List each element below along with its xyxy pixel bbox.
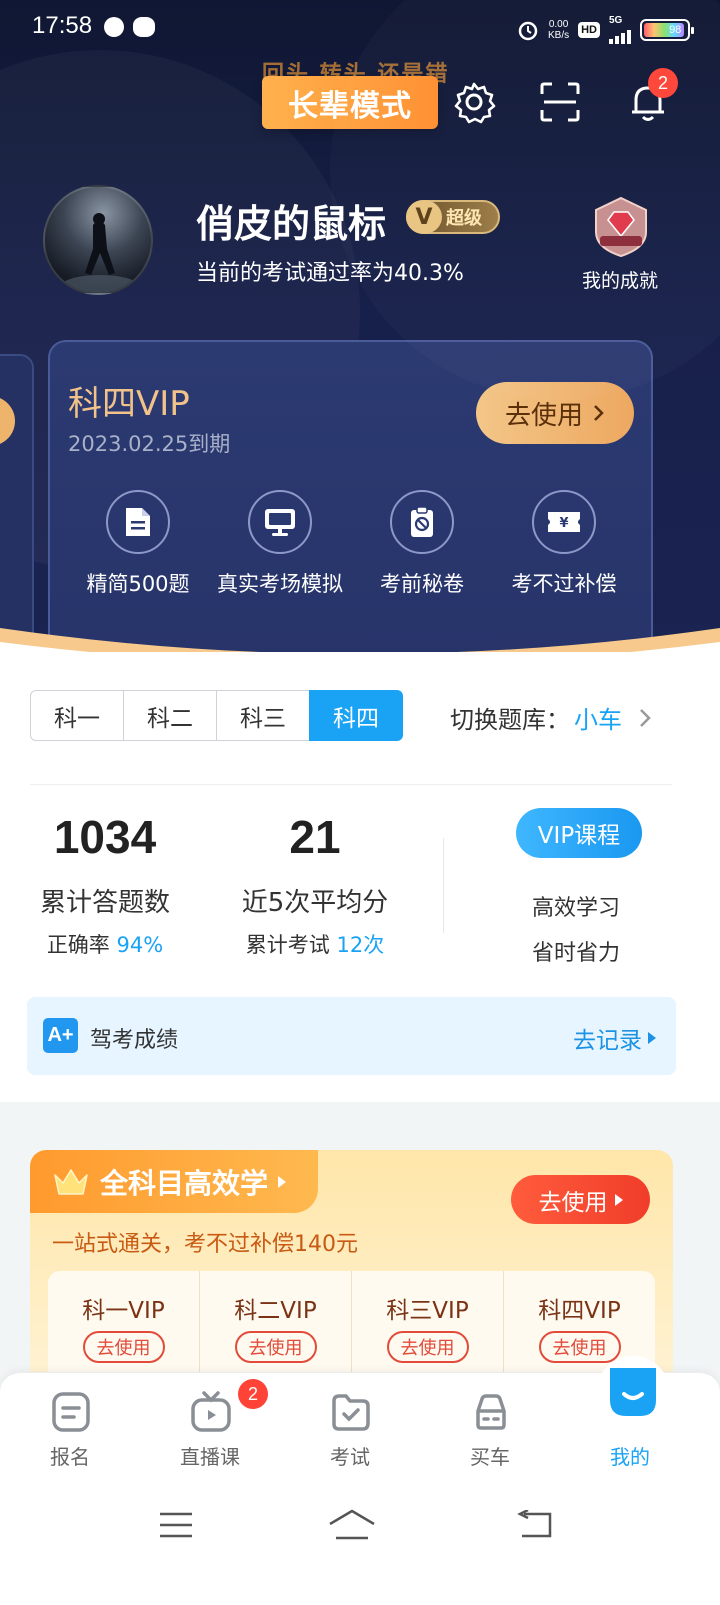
triangle-right-icon (278, 1175, 287, 1188)
feature-compensation[interactable]: ¥ 考不过补偿 (494, 490, 634, 598)
driving-score-bar[interactable]: A+ 驾考成绩 去记录 (27, 997, 676, 1075)
tab-subject-1[interactable]: 科一 (30, 690, 124, 741)
total-answered-label: 累计答题数 (39, 888, 170, 918)
alarm-icon (518, 21, 538, 41)
crown-icon (54, 1168, 88, 1195)
signup-form-icon (52, 1392, 90, 1432)
exam-folder-icon (332, 1394, 370, 1431)
wechat-icon (133, 17, 155, 37)
feature-streamlined-500[interactable]: 精简500题 (68, 490, 208, 598)
tv-icon (191, 1391, 231, 1432)
subject-tabs: 科一 科二 科三 科四 (30, 690, 403, 741)
prev-card[interactable] (0, 354, 34, 654)
back-icon[interactable] (516, 1510, 556, 1540)
bell-icon[interactable] (626, 80, 670, 124)
vip-course-button[interactable]: VIP课程 (516, 808, 642, 858)
stat-total-answered[interactable]: 1034 累计答题数 正确率 94% (30, 810, 180, 959)
use-chip[interactable]: 去使用 (386, 1331, 469, 1363)
menu-icon[interactable] (158, 1510, 194, 1540)
vip-v-icon: V (406, 200, 442, 234)
secret-paper-icon (390, 490, 454, 554)
vip-use-button[interactable]: 去使用 (476, 382, 634, 444)
monitor-icon (248, 490, 312, 554)
nav-exam[interactable]: 考试 (280, 1373, 420, 1485)
triangle-right-icon (648, 1032, 656, 1044)
achievement-label[interactable]: 我的成就 (582, 266, 658, 293)
home-icon[interactable] (328, 1508, 376, 1542)
net-speed: 0.00 KB/s (547, 19, 570, 41)
scan-icon[interactable] (538, 80, 582, 124)
switch-question-bank[interactable]: 切换题库： 小车 (450, 700, 652, 735)
all-subjects-promo: 全科目高效学 去使用 一站式通关，考不过补偿140元 科一VIP 去使用 科二VI… (30, 1150, 673, 1410)
stat-avg-score[interactable]: 21 近5次平均分 累计考试 12次 (230, 810, 400, 959)
avatar[interactable] (43, 185, 153, 295)
exam-count-text: 累计考试 12次 (245, 933, 385, 957)
vip-course-line1: 高效学习 (532, 896, 621, 921)
vip-level-badge[interactable]: V 超级 (406, 200, 500, 234)
avg-score-value: 21 (289, 811, 341, 863)
use-chip[interactable]: 去使用 (234, 1331, 317, 1363)
status-time: 17:58 (32, 12, 93, 39)
system-nav-bar (0, 1484, 720, 1605)
smile-face-icon (610, 1368, 656, 1416)
feature-real-exam-sim[interactable]: 真实考场模拟 (210, 490, 350, 598)
total-answered-value: 1034 (53, 811, 157, 863)
promo-use-button[interactable]: 去使用 (511, 1175, 650, 1224)
live-course-badge: 2 (238, 1379, 268, 1409)
ticket-icon: ¥ (532, 490, 596, 554)
battery-icon: 98 (640, 19, 694, 41)
profile-header: 17:58 0.00 KB/s HD 5G 98 回头 转头 还是错 长辈模式 2… (0, 0, 720, 690)
tab-subject-2[interactable]: 科二 (123, 690, 217, 741)
triangle-right-icon (614, 1193, 623, 1206)
tab-subject-3[interactable]: 科三 (216, 690, 310, 741)
question-bank-value: 小车 (574, 706, 622, 734)
gear-icon[interactable] (452, 80, 496, 124)
chevron-right-icon (640, 708, 651, 727)
pass-rate-text: 当前的考试通过率为40.3% (196, 261, 464, 286)
use-chip[interactable]: 去使用 (82, 1331, 165, 1363)
achievement-medal-icon[interactable] (590, 196, 652, 258)
avg-score-label: 近5次平均分 (241, 888, 389, 918)
grade-a-plus-icon: A+ (43, 1018, 78, 1053)
hd-badge: HD (578, 22, 600, 38)
promo-title-tag[interactable]: 全科目高效学 (30, 1150, 318, 1213)
divider (30, 784, 672, 785)
promo-subtitle: 一站式通关，考不过补偿140元 (52, 1232, 358, 1257)
document-icon (106, 490, 170, 554)
notification-badge: 2 (648, 68, 678, 98)
feature-secret-paper[interactable]: 考前秘卷 (352, 490, 492, 598)
accuracy-text: 正确率 94% (46, 933, 164, 957)
tab-subject-4[interactable]: 科四 (309, 690, 403, 741)
chevron-right-icon (594, 405, 604, 421)
stats-separator (443, 838, 444, 933)
mine-bubble[interactable] (596, 1356, 670, 1430)
vip-card-title: 科四VIP (68, 384, 190, 424)
signal-icon: 5G (609, 16, 631, 44)
vip-course-line2: 省时省力 (532, 941, 621, 966)
elder-mode-button[interactable]: 长辈模式 (262, 76, 438, 129)
svg-text:¥: ¥ (559, 516, 568, 531)
record-link[interactable]: 去记录 (573, 1021, 656, 1055)
username: 俏皮的鼠标 (196, 202, 387, 246)
status-bar: 17:58 0.00 KB/s HD 5G 98 (0, 0, 720, 56)
nav-buy-car[interactable]: 买车 (420, 1373, 560, 1485)
globe-icon (104, 17, 124, 37)
vip-expiry: 2023.02.25到期 (68, 432, 231, 456)
driving-score-label: 驾考成绩 (90, 1028, 179, 1053)
car-icon (476, 1394, 506, 1430)
nav-signup[interactable]: 报名 (0, 1373, 140, 1485)
